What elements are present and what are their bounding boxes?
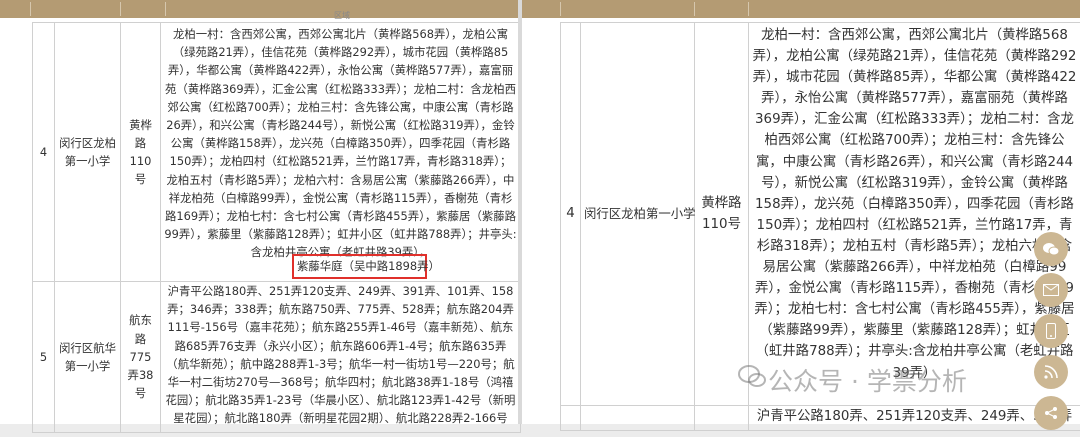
school-address: 航东路775弄38号 — [121, 282, 161, 433]
header-separator — [120, 2, 121, 16]
header-separator — [694, 2, 695, 16]
header-separator — [748, 2, 749, 16]
table-header-bar — [0, 0, 518, 18]
district-addresses: 沪青平公路180弄、251弄120支弄、249弄、391弄 — [749, 406, 1080, 431]
next-row-fragment: 沪青平公路180弄、251弄120支弄、249弄、391弄 — [752, 406, 1077, 428]
table-row: 4 闵行区龙柏第一小学 黄桦路110号 龙柏一村：含西郊公寓，西郊公寓北片（黄桦… — [561, 23, 1080, 406]
table-row: 5 闵行区航华第一小学 航东路775弄38号 沪青平公路180弄、251弄120… — [33, 282, 521, 433]
header-separator — [30, 2, 31, 16]
header-separator — [560, 2, 561, 16]
district-addresses-text: 龙柏一村：含西郊公寓，西郊公寓北片（黄桦路568弄），龙柏公寓（绿苑路21弄），… — [164, 25, 517, 279]
rss-icon[interactable] — [1034, 355, 1068, 389]
table-header-bar — [522, 0, 1080, 18]
table-row: 4 闵行区龙柏第一小学 黄桦路110号 龙柏一村：含西郊公寓，西郊公寓北片（黄桦… — [33, 23, 521, 282]
wechat-icon[interactable] — [1034, 232, 1068, 266]
floating-share-toolbar — [1034, 232, 1072, 437]
header-fragment: 区域 — [334, 10, 350, 21]
district-addresses-text: 龙柏一村：含西郊公寓，西郊公寓北片（黄桦路568弄），龙柏公寓（绿苑路21弄），… — [752, 25, 1077, 403]
school-address: 黄桦路110号 — [121, 23, 161, 282]
table-row: 沪青平公路180弄、251弄120支弄、249弄、391弄 — [561, 406, 1080, 431]
share-icon[interactable] — [1034, 396, 1068, 430]
header-separator — [165, 2, 166, 16]
row-number: 4 — [561, 23, 581, 406]
district-addresses: 龙柏一村：含西郊公寓，西郊公寓北片（黄桦路568弄），龙柏公寓（绿苑路21弄），… — [161, 23, 521, 282]
district-addresses: 龙柏一村：含西郊公寓，西郊公寓北片（黄桦路568弄），龙柏公寓（绿苑路21弄），… — [749, 23, 1080, 406]
district-addresses: 沪青平公路180弄、251弄120支弄、249弄、391弄、101弄、158弄；… — [161, 282, 521, 433]
row-number: 5 — [33, 282, 55, 433]
mail-icon[interactable] — [1034, 273, 1068, 307]
highlighted-address: 紫藤华庭（吴中路1898弄） — [297, 258, 440, 274]
district-addresses-text: 沪青平公路180弄、251弄120支弄、249弄、391弄、101弄、158弄；… — [164, 282, 517, 428]
school-name: 闵行区龙柏第一小学 — [55, 23, 121, 282]
phone-icon[interactable] — [1034, 314, 1068, 348]
watermark-text: 公众号 · 学票分析 — [768, 362, 967, 398]
school-name: 闵行区航华第一小学 — [55, 282, 121, 433]
wechat-watermark-icon — [738, 362, 766, 390]
school-address: 黄桦路110号 — [695, 23, 749, 406]
school-district-table-left: 4 闵行区龙柏第一小学 黄桦路110号 龙柏一村：含西郊公寓，西郊公寓北片（黄桦… — [32, 22, 521, 433]
row-number: 4 — [33, 23, 55, 282]
school-name: 闵行区龙柏第一小学 — [581, 23, 695, 406]
